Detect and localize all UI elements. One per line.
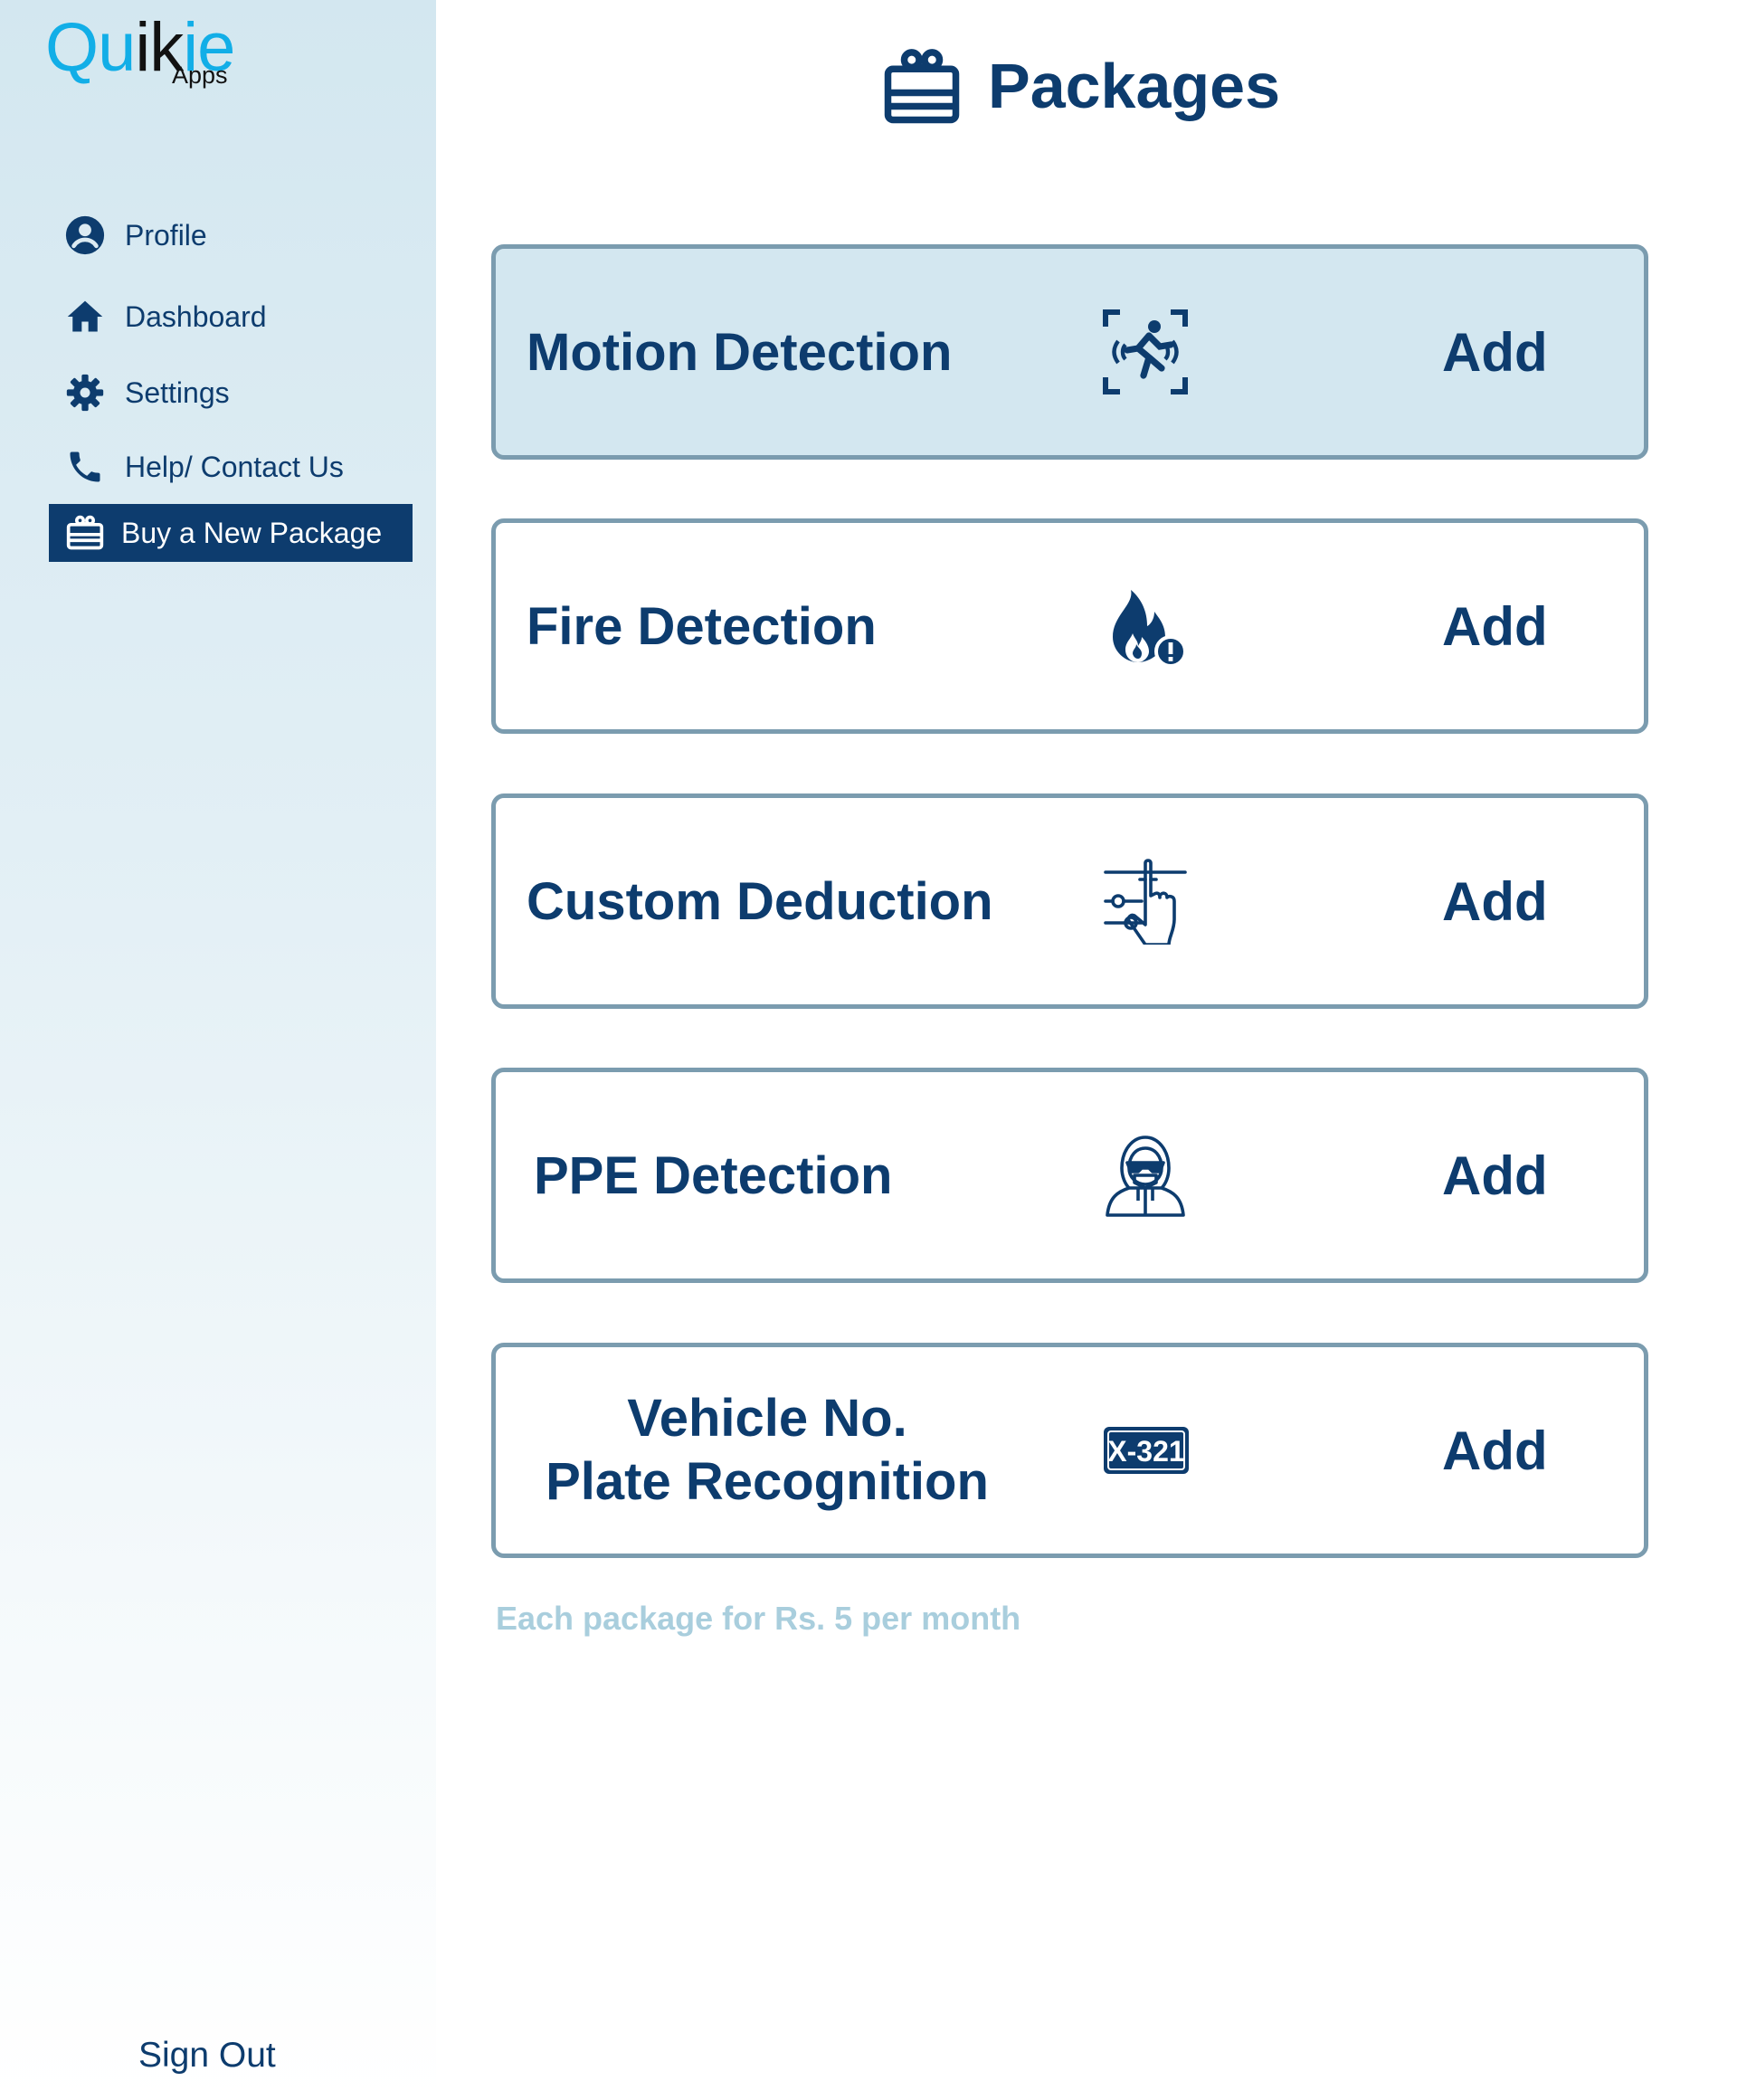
add-button[interactable]: Add (1442, 249, 1548, 455)
package-card-vehicle-plate-recognition[interactable]: Vehicle No. Plate Recognition X-321 Add (491, 1343, 1648, 1558)
gift-box-icon (63, 511, 107, 555)
sidebar-item-label: Dashboard (125, 299, 267, 333)
sidebar-item-help-contact[interactable]: Help/ Contact Us (49, 438, 413, 496)
sidebar-item-profile[interactable]: Profile (49, 206, 413, 264)
pricing-note: Each package for Rs. 5 per month (496, 1600, 1021, 1637)
package-name-line-2: Plate Recognition (546, 1452, 989, 1511)
account-circle-icon (63, 214, 107, 257)
license-plate-text: X-321 (1107, 1435, 1184, 1468)
sidebar: Quikie Apps Profile Dashboard Settings H… (0, 0, 436, 2100)
home-icon (63, 295, 107, 338)
license-plate-icon: X-321 (1100, 1405, 1191, 1496)
page-title: Packages (988, 51, 1281, 121)
package-card-fire-detection[interactable]: Fire Detection Add (491, 518, 1648, 734)
sidebar-item-settings[interactable]: Settings (49, 364, 413, 422)
package-card-custom-deduction[interactable]: Custom Deduction Add (491, 793, 1648, 1009)
package-name: Motion Detection (527, 322, 953, 382)
logo-apps-text: Apps (172, 62, 228, 89)
package-name: Fire Detection (527, 596, 877, 656)
package-name: PPE Detection (534, 1145, 893, 1205)
sidebar-item-buy-package[interactable]: Buy a New Package (49, 504, 413, 562)
sidebar-item-label: Help/ Contact Us (125, 450, 344, 483)
sidebar-item-label: Buy a New Package (121, 516, 383, 549)
gift-box-icon (881, 45, 963, 127)
add-button[interactable]: Add (1442, 1072, 1548, 1278)
sidebar-item-label: Settings (125, 375, 230, 409)
package-card-ppe-detection[interactable]: PPE Detection Add (491, 1068, 1648, 1283)
phone-icon (63, 445, 107, 489)
sidebar-item-dashboard[interactable]: Dashboard (49, 288, 413, 346)
sidebar-item-label: Profile (125, 218, 207, 252)
add-button[interactable]: Add (1442, 523, 1548, 729)
fire-alert-icon (1100, 581, 1191, 671)
package-name-line-1: Vehicle No. (627, 1389, 907, 1448)
add-button[interactable]: Add (1442, 1347, 1548, 1554)
running-person-scan-icon (1100, 307, 1191, 397)
package-name: Vehicle No. Plate Recognition (532, 1347, 1002, 1554)
app-root: Quikie Apps Profile Dashboard Settings H… (0, 0, 1737, 2100)
ppe-suit-person-icon (1100, 1130, 1191, 1221)
sign-out-link[interactable]: Sign Out (138, 2036, 276, 2076)
touch-sliders-icon (1100, 856, 1191, 946)
page-header: Packages (881, 45, 1280, 127)
package-card-motion-detection[interactable]: Motion Detection Add (491, 244, 1648, 460)
add-button[interactable]: Add (1442, 798, 1548, 1004)
package-name: Custom Deduction (527, 871, 993, 931)
gear-icon (63, 371, 107, 414)
quikie-apps-logo[interactable]: Quikie Apps (45, 7, 253, 93)
